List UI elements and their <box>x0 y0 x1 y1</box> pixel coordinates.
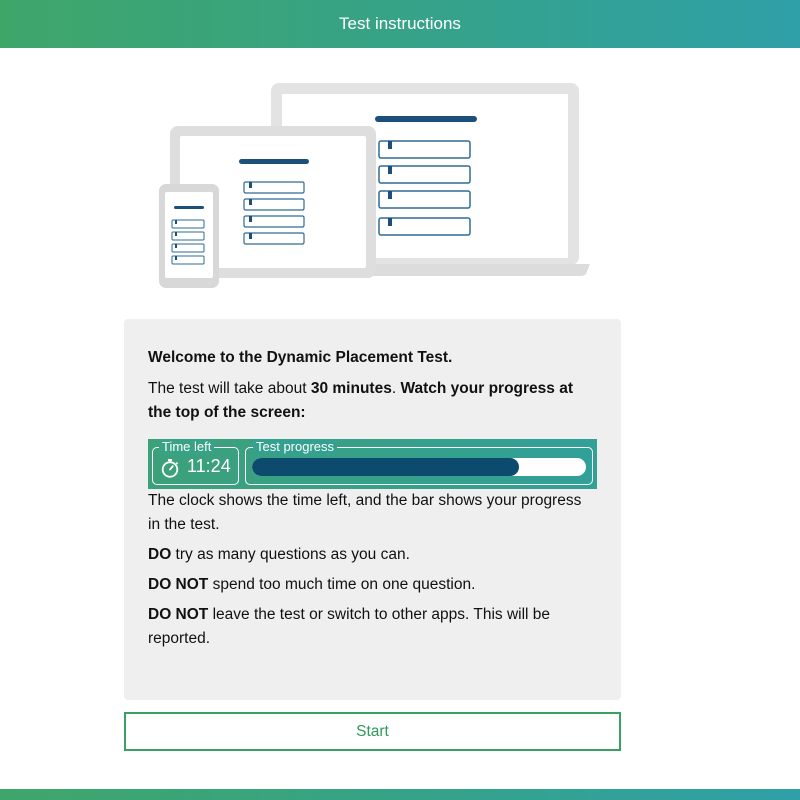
do-not-text-1: spend too much time on one question. <box>208 576 476 593</box>
do-not-instruction-2: DO NOT leave the test or switch to other… <box>148 603 597 651</box>
header-bar: Test instructions <box>0 0 800 48</box>
time-left-box: Time left 11:24 <box>152 439 239 485</box>
footer-bar <box>0 789 800 800</box>
welcome-heading: Welcome to the Dynamic Placement Test. <box>148 349 453 366</box>
do-label: DO <box>148 546 172 563</box>
time-left-value: 11:24 <box>187 456 231 476</box>
page-title: Test instructions <box>339 14 461 33</box>
progress-banner-example: Time left 11:24 Test progress <box>148 439 597 489</box>
test-progress-box: Test progress <box>245 439 593 485</box>
instructions-card: Welcome to the Dynamic Placement Test. T… <box>124 319 621 700</box>
progress-track <box>252 458 586 476</box>
phone-icon <box>159 184 219 288</box>
do-not-instruction-1: DO NOT spend too much time on one questi… <box>148 573 597 597</box>
devices-illustration <box>159 83 590 288</box>
test-progress-label: Test progress <box>253 439 338 455</box>
stopwatch-icon <box>161 459 179 478</box>
intro-text: The test will take about 30 minutes. Wat… <box>148 377 597 425</box>
do-not-text-2: leave the test or switch to other apps. … <box>148 606 551 647</box>
intro-prefix: The test will take about <box>148 380 311 397</box>
start-button[interactable]: Start <box>124 712 621 751</box>
do-text: try as many questions as you can. <box>171 546 410 563</box>
time-left-label: Time left <box>159 439 215 455</box>
do-not-label-1: DO NOT <box>148 576 209 593</box>
intro-duration: 30 minutes <box>310 380 392 397</box>
do-instruction: DO try as many questions as you can. <box>148 543 597 567</box>
clock-explanation: The clock shows the time left, and the b… <box>148 492 582 533</box>
progress-fill <box>252 458 520 476</box>
do-not-label-2: DO NOT <box>148 606 209 623</box>
